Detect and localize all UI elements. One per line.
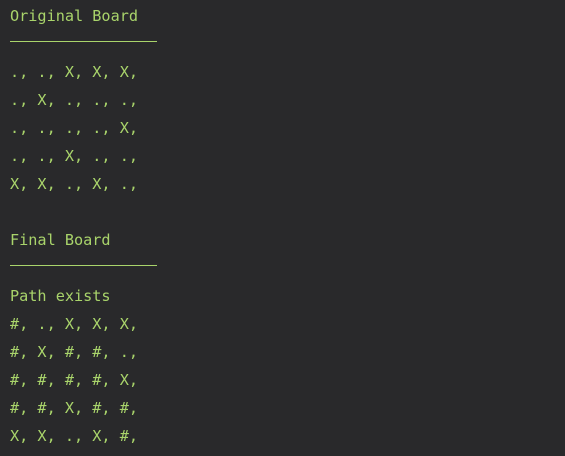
original-board-row: ., X, ., ., .,: [10, 91, 139, 109]
path-status: Path exists: [10, 287, 111, 305]
original-board-row: ., ., ., ., X,: [10, 119, 139, 137]
final-board-title: Final Board: [10, 231, 111, 249]
original-board-separator: [10, 30, 565, 58]
original-board-title: Original Board: [10, 7, 139, 25]
final-board-row: #, ., X, X, X,: [10, 315, 139, 333]
final-board-separator: [10, 254, 565, 282]
final-board-row: #, X, #, #, .,: [10, 343, 139, 361]
final-board-row: X, X, ., X, #,: [10, 427, 139, 445]
original-board-row: ., ., X, X, X,: [10, 63, 139, 81]
final-board-row: #, #, #, #, X,: [10, 371, 139, 389]
final-board-row: #, #, X, #, #,: [10, 399, 139, 417]
terminal-output: Original Board ., ., X, X, X, ., X, ., .…: [0, 0, 565, 456]
original-board-row: X, X, ., X, .,: [10, 175, 139, 193]
original-board-row: ., ., X, ., .,: [10, 147, 139, 165]
